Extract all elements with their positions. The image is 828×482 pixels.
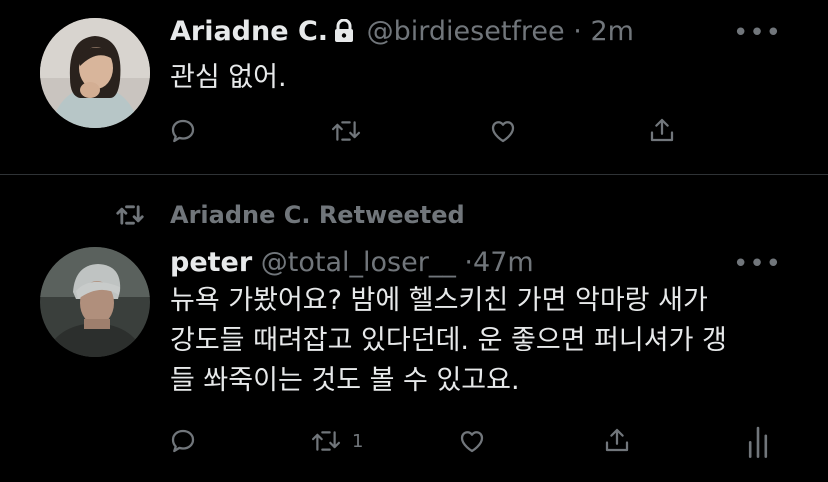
tweet-ariadne[interactable]: Ariadne C. @birdiesetfree · 2m ••• 관심 없어… xyxy=(0,0,828,174)
tweet-text-line: 들 쏴죽이는 것도 볼 수 있고요. xyxy=(170,365,520,396)
retweet-button[interactable]: 1 xyxy=(310,426,363,456)
reply-icon xyxy=(171,119,195,143)
author-name[interactable]: Ariadne C. xyxy=(170,16,328,47)
heart-icon xyxy=(460,431,484,453)
author-handle[interactable]: @birdiesetfree xyxy=(367,16,565,47)
tweet-text-line: 강도들 때려잡고 있다던데. 운 좋으면 퍼니셔가 갱 xyxy=(170,325,727,356)
author-name[interactable]: peter xyxy=(170,247,252,278)
avatar-peter[interactable] xyxy=(40,247,150,357)
author-handle[interactable]: @total_loser__ xyxy=(261,247,456,278)
tweet-time[interactable]: 2m xyxy=(590,16,633,47)
lock-icon xyxy=(334,18,354,52)
tweet-header: Ariadne C. @birdiesetfree · 2m xyxy=(170,15,634,52)
avatar-ariadne-image xyxy=(40,18,150,128)
tweet-text: 관심 없어. xyxy=(170,58,287,98)
separator-dot: · xyxy=(573,16,582,47)
retweet-button[interactable] xyxy=(330,116,362,146)
share-button[interactable] xyxy=(602,424,632,456)
retweet-count: 1 xyxy=(352,430,364,452)
avatar-peter-image xyxy=(40,247,150,357)
tweet-time[interactable]: 47m xyxy=(473,247,534,278)
analytics-button[interactable] xyxy=(745,424,771,458)
separator-dot: · xyxy=(464,247,474,278)
more-options-button[interactable]: ••• xyxy=(733,251,782,277)
reply-button[interactable] xyxy=(168,426,198,456)
share-button[interactable] xyxy=(647,114,677,146)
reply-icon xyxy=(171,429,195,453)
retweet-icon xyxy=(311,431,341,451)
tweet-text: 뉴욕 가봤어요? 밤에 헬스키친 가면 악마랑 새가 강도들 때려잡고 있다던데… xyxy=(170,281,727,401)
reply-button[interactable] xyxy=(168,116,198,146)
like-button[interactable] xyxy=(456,426,488,456)
avatar-ariadne[interactable] xyxy=(40,18,150,128)
retweet-icon xyxy=(331,121,361,141)
tweet-peter[interactable]: Ariadne C. Retweeted peter @total_loser_… xyxy=(0,175,828,482)
retweet-icon xyxy=(116,205,144,225)
tweet-text-line: 관심 없어. xyxy=(170,62,287,93)
more-options-button[interactable]: ••• xyxy=(733,20,782,46)
tweet-text-line: 뉴욕 가봤어요? 밤에 헬스키친 가면 악마랑 새가 xyxy=(170,285,708,316)
retweeted-by-banner[interactable]: Ariadne C. Retweeted xyxy=(110,201,465,229)
retweeted-by-label: Ariadne C. Retweeted xyxy=(170,201,465,229)
heart-icon xyxy=(491,121,515,143)
share-icon xyxy=(650,118,674,142)
share-icon xyxy=(605,428,629,452)
analytics-icon xyxy=(748,426,768,458)
like-button[interactable] xyxy=(487,116,519,146)
tweet-header: peter @total_loser__ ·47m xyxy=(170,246,534,280)
